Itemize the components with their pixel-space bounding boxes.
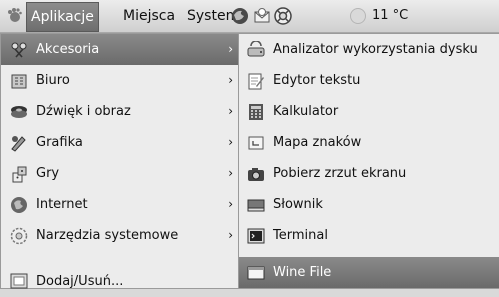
- menu-item-label: Dźwięk i obraz: [36, 104, 131, 119]
- gnome-foot-icon: [8, 8, 22, 22]
- disk-usage-icon: [247, 41, 265, 57]
- submenu-arrow-icon: ›: [228, 197, 233, 211]
- add-remove-icon: [10, 273, 28, 289]
- menu-item-label: Kalkulator: [273, 104, 339, 119]
- submenu-arrow-icon: ›: [228, 73, 233, 87]
- submenu-arrow-icon: ›: [228, 135, 233, 149]
- menu-item-label: Biuro: [36, 73, 70, 88]
- help-icon[interactable]: [274, 7, 292, 25]
- top-panel: Aplikacje Miejsca System 11 °C: [0, 0, 499, 33]
- menu-item-disk-usage[interactable]: Analizator wykorzystania dysku: [239, 34, 499, 65]
- menu-item-accessories[interactable]: Akcesoria ›: [1, 34, 239, 65]
- accessories-icon: [11, 42, 27, 58]
- submenu-arrow-icon: ›: [228, 228, 233, 242]
- graphics-icon: [11, 136, 26, 152]
- screenshot-icon: [248, 168, 264, 181]
- dictionary-icon: [247, 199, 265, 212]
- menu-item-label: Dodaj/Usuń...: [36, 274, 124, 289]
- menu-item-label: Edytor tekstu: [273, 73, 361, 88]
- menu-item-character-map[interactable]: Mapa znaków: [239, 127, 499, 158]
- applications-dropdown: Akcesoria › Biuro › Dźwięk i obraz › Gra…: [0, 33, 240, 289]
- terminal-icon: [247, 228, 265, 244]
- menu-item-screenshot[interactable]: Pobierz zrzut ekranu: [239, 158, 499, 189]
- office-icon: [11, 74, 27, 89]
- multimedia-icon: [11, 106, 27, 118]
- menu-item-label: Akcesoria: [36, 42, 100, 57]
- menu-item-system-tools[interactable]: Narzędzia systemowe ›: [1, 220, 239, 251]
- system-tools-icon: [10, 227, 28, 245]
- menu-item-games[interactable]: Gry ›: [1, 158, 239, 189]
- places-menu[interactable]: Miejsca: [119, 2, 179, 30]
- menu-item-text-editor[interactable]: Edytor tekstu: [239, 65, 499, 96]
- menu-item-add-remove[interactable]: Dodaj/Usuń...: [1, 262, 239, 293]
- menu-item-label: Grafika: [36, 135, 83, 150]
- games-icon: [12, 166, 27, 183]
- weather-icon: [350, 8, 366, 24]
- applications-menu[interactable]: Aplikacje: [26, 2, 99, 32]
- submenu-arrow-icon: ›: [228, 166, 233, 180]
- menu-item-calculator[interactable]: Kalkulator: [239, 96, 499, 127]
- wine-file-icon: [247, 266, 265, 280]
- internet-icon: [11, 197, 27, 213]
- web-browser-icon[interactable]: [231, 7, 249, 25]
- menu-item-label: Gry: [36, 166, 60, 181]
- menu-item-wine-file[interactable]: Wine File: [239, 257, 499, 288]
- menu-item-label: Wine File: [273, 265, 332, 280]
- menu-item-internet[interactable]: Internet ›: [1, 189, 239, 220]
- menu-item-office[interactable]: Biuro ›: [1, 65, 239, 96]
- text-editor-icon: [248, 73, 264, 90]
- accessories-submenu: Analizator wykorzystania dysku Edytor te…: [238, 33, 499, 289]
- menu-item-terminal[interactable]: Terminal: [239, 220, 499, 251]
- menu-item-label: Internet: [36, 197, 88, 212]
- menu-item-label: Pobierz zrzut ekranu: [273, 166, 407, 181]
- menu-item-dictionary[interactable]: Słownik: [239, 189, 499, 220]
- menu-item-label: Narzędzia systemowe: [36, 228, 179, 243]
- temperature-text: 11 °C: [372, 8, 409, 23]
- menu-item-sound-video[interactable]: Dźwięk i obraz ›: [1, 96, 239, 127]
- character-map-icon: [248, 136, 264, 150]
- menu-item-label: Słownik: [273, 197, 323, 212]
- calculator-icon: [249, 104, 263, 120]
- menu-item-label: Mapa znaków: [273, 135, 362, 150]
- menu-item-label: Terminal: [273, 228, 328, 243]
- submenu-arrow-icon: ›: [228, 42, 233, 56]
- mail-icon[interactable]: [253, 7, 271, 25]
- menu-item-label: Analizator wykorzystania dysku: [273, 42, 478, 57]
- menu-item-graphics[interactable]: Grafika ›: [1, 127, 239, 158]
- submenu-arrow-icon: ›: [228, 104, 233, 118]
